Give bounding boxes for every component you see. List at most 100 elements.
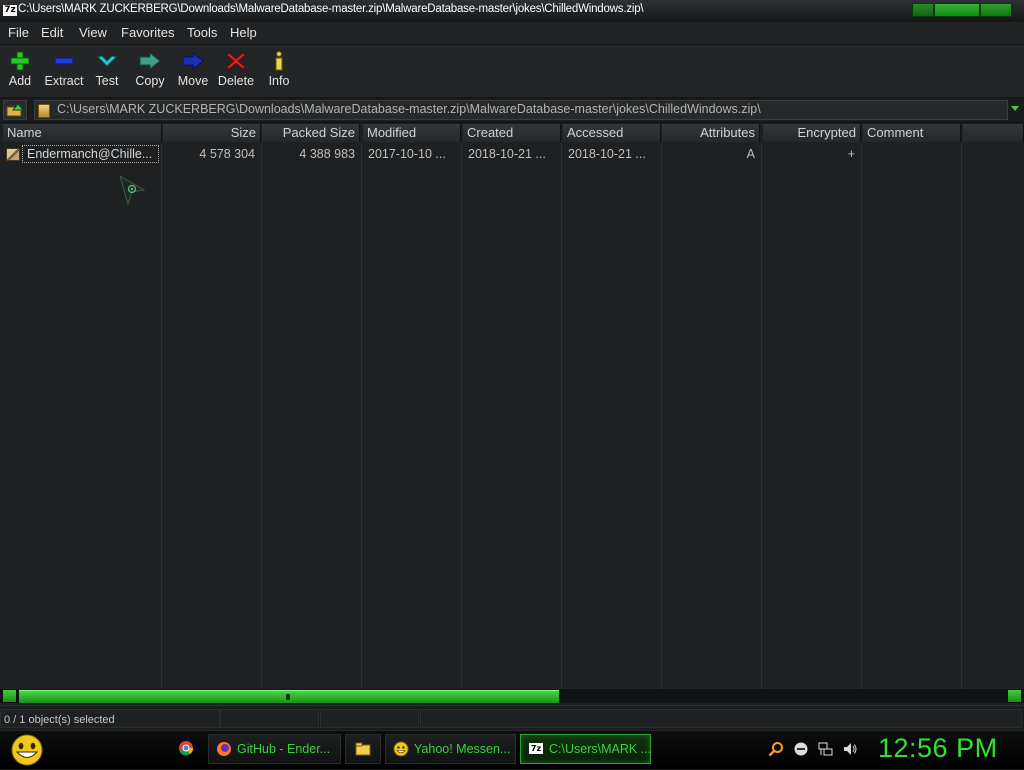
plus-icon xyxy=(10,51,30,71)
move-button[interactable]: Move xyxy=(174,48,212,94)
status-segment xyxy=(220,709,319,728)
column-modified[interactable]: Modified xyxy=(363,124,461,142)
task-file-explorer[interactable] xyxy=(345,734,381,764)
menu-edit[interactable]: Edit xyxy=(41,25,63,40)
firefox-icon xyxy=(217,742,231,756)
delete-x-icon xyxy=(226,52,246,70)
add-label: Add xyxy=(8,74,32,88)
copy-label: Copy xyxy=(135,74,165,88)
column-filler xyxy=(963,124,1024,142)
status-segment xyxy=(420,709,1022,728)
task-github-firefox[interactable]: GitHub - Ender... xyxy=(208,734,341,764)
info-icon xyxy=(275,51,283,71)
column-divider xyxy=(661,143,662,689)
horizontal-scrollbar[interactable] xyxy=(0,689,1024,703)
up-folder-button[interactable] xyxy=(3,100,27,120)
add-button[interactable]: Add xyxy=(4,48,36,94)
file-list[interactable]: Name Size Packed Size Modified Created A… xyxy=(0,123,1024,689)
menu-favorites[interactable]: Favorites xyxy=(121,25,174,40)
move-arrow-icon xyxy=(182,51,204,71)
grip-icon xyxy=(286,694,290,700)
file-size: 4 578 304 xyxy=(199,147,255,161)
move-label: Move xyxy=(177,74,209,88)
file-icon xyxy=(6,148,20,161)
maximize-button[interactable] xyxy=(934,3,980,17)
window-title: C:\Users\MARK ZUCKERBERG\Downloads\Malwa… xyxy=(18,3,644,15)
speaker-icon[interactable] xyxy=(842,741,858,757)
copy-button[interactable]: Copy xyxy=(132,48,168,94)
task-label: GitHub - Ender... xyxy=(237,742,331,756)
column-header-row: Name Size Packed Size Modified Created A… xyxy=(0,123,1024,143)
column-divider xyxy=(861,143,862,689)
search-icon[interactable] xyxy=(768,741,784,757)
minimize-button[interactable] xyxy=(912,3,934,17)
delete-label: Delete xyxy=(217,74,255,88)
column-divider xyxy=(261,143,262,689)
toolbar: Add Extract Test Copy Move Delete Info xyxy=(0,45,1024,98)
file-name[interactable]: Endermanch@Chille... xyxy=(22,145,159,163)
table-row[interactable]: Endermanch@Chille... 4 578 304 4 388 983… xyxy=(0,144,1024,164)
minus-icon xyxy=(54,57,74,65)
status-segment-selection: 0 / 1 object(s) selected xyxy=(0,709,220,728)
folder-icon xyxy=(355,742,371,756)
column-divider xyxy=(361,143,362,689)
menu-view[interactable]: View xyxy=(79,25,107,40)
task-yahoo-messenger[interactable]: Yahoo! Messen... xyxy=(385,734,516,764)
address-bar: C:\Users\MARK ZUCKERBERG\Downloads\Malwa… xyxy=(0,98,1024,123)
scrollbar-thumb[interactable] xyxy=(19,690,559,703)
file-packed-size: 4 388 983 xyxy=(299,147,355,161)
chevron-down-icon[interactable] xyxy=(1011,106,1019,111)
column-divider xyxy=(161,143,162,689)
system-clock[interactable]: 12:56 PM xyxy=(878,733,998,764)
path-text: C:\Users\MARK ZUCKERBERG\Downloads\Malwa… xyxy=(57,102,761,116)
folder-up-icon xyxy=(6,103,25,117)
column-accessed[interactable]: Accessed xyxy=(563,124,661,142)
menu-file[interactable]: File xyxy=(8,25,29,40)
task-label: Yahoo! Messen... xyxy=(414,742,511,756)
menu-help[interactable]: Help xyxy=(230,25,257,40)
copy-arrow-icon xyxy=(139,51,161,71)
mouse-cursor-icon xyxy=(119,174,146,206)
column-comment[interactable]: Comment xyxy=(863,124,961,142)
yahoo-messenger-icon xyxy=(393,741,409,757)
file-attributes: A xyxy=(746,147,755,161)
chrome-icon[interactable] xyxy=(178,740,194,756)
path-input[interactable]: C:\Users\MARK ZUCKERBERG\Downloads\Malwa… xyxy=(34,100,1008,120)
column-size[interactable]: Size xyxy=(163,124,261,142)
title-bar[interactable]: 7z C:\Users\MARK ZUCKERBERG\Downloads\Ma… xyxy=(0,0,1024,23)
file-accessed: 2018-10-21 ... xyxy=(568,147,646,161)
taskbar: GitHub - Ender... Yahoo! Messen... 7z C:… xyxy=(0,730,1024,769)
task-7zip-active[interactable]: 7z C:\Users\MARK ... xyxy=(520,734,651,764)
info-label: Info xyxy=(268,74,290,88)
column-attributes[interactable]: Attributes xyxy=(662,124,760,142)
column-divider xyxy=(761,143,762,689)
status-segment xyxy=(320,709,419,728)
delete-button[interactable]: Delete xyxy=(216,48,256,94)
status-bar: 0 / 1 object(s) selected xyxy=(0,705,1024,730)
test-button[interactable]: Test xyxy=(90,48,124,94)
start-button[interactable] xyxy=(8,733,46,767)
column-divider xyxy=(561,143,562,689)
info-button[interactable]: Info xyxy=(264,48,294,94)
network-icon[interactable] xyxy=(817,741,833,757)
column-name[interactable]: Name xyxy=(3,124,162,142)
menu-bar: File Edit View Favorites Tools Help xyxy=(0,22,1024,45)
scroll-left-arrow[interactable] xyxy=(3,690,16,702)
do-not-disturb-icon[interactable] xyxy=(793,741,809,757)
7zip-app-icon: 7z xyxy=(3,5,17,16)
menu-tools[interactable]: Tools xyxy=(187,25,217,40)
selection-status: 0 / 1 object(s) selected xyxy=(4,714,115,726)
test-label: Test xyxy=(95,74,119,88)
file-modified: 2017-10-10 ... xyxy=(368,147,446,161)
task-label: C:\Users\MARK ... xyxy=(549,742,651,756)
file-encrypted: + xyxy=(847,147,855,161)
column-packed-size[interactable]: Packed Size xyxy=(262,124,360,142)
extract-button[interactable]: Extract xyxy=(42,48,86,94)
scroll-right-arrow[interactable] xyxy=(1008,690,1021,702)
column-created[interactable]: Created xyxy=(463,124,561,142)
file-created: 2018-10-21 ... xyxy=(468,147,546,161)
column-encrypted[interactable]: Encrypted xyxy=(763,124,861,142)
file-comment xyxy=(864,146,960,162)
folder-icon xyxy=(38,104,50,118)
close-button[interactable] xyxy=(980,3,1012,17)
